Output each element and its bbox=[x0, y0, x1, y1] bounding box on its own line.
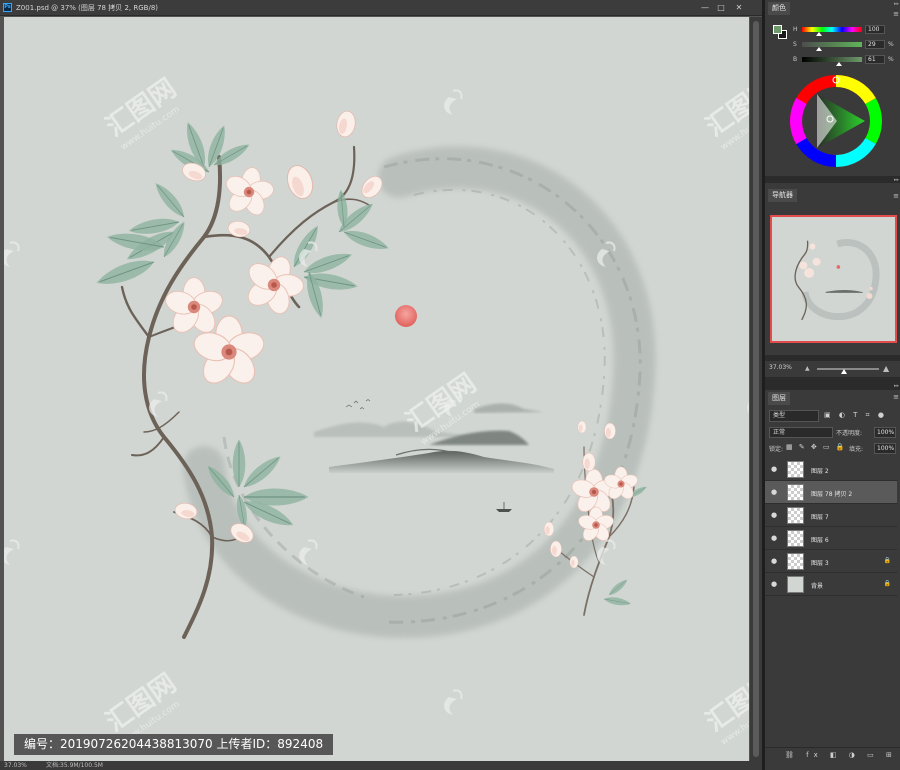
blend-row: 正常 不透明度: 100% bbox=[769, 427, 899, 439]
collapse-arrows-icon[interactable]: ▸▸ bbox=[894, 177, 899, 183]
panel-dock: 颜色 ▸▸ ≡ H 100 S 29 % B 61 % ▸▸ 导航器 ≡ 37.… bbox=[762, 0, 900, 770]
layer-thumbnail[interactable] bbox=[787, 530, 804, 547]
layer-thumbnail[interactable] bbox=[787, 461, 804, 478]
layer-name[interactable]: 图层 7 bbox=[811, 512, 829, 521]
artwork-canvas[interactable]: 汇图网 www.huitu.com 汇图网 www.huitu.com 汇图网 … bbox=[4, 17, 749, 761]
color-swatches[interactable] bbox=[773, 25, 787, 39]
layers-panel: ▸▸ 图层 ≡ 类型 ▣ ◐ T ⌗ ● 正常 不透明度: 100% 锁定: ▦… bbox=[765, 383, 900, 770]
minimize-button[interactable]: — bbox=[697, 2, 713, 13]
layer-name[interactable]: 图层 6 bbox=[811, 535, 829, 544]
vertical-scrollbar[interactable] bbox=[750, 17, 762, 761]
layer-name[interactable]: 背景 bbox=[811, 581, 823, 590]
layer-lock-icon: 🔒 bbox=[883, 580, 891, 587]
image-id-banner: 编号：20190726204438813070 上传者ID：892408 bbox=[14, 734, 334, 755]
hue-value[interactable]: 100 bbox=[865, 25, 885, 34]
hue-label: H bbox=[793, 26, 798, 33]
tab-navigator[interactable]: 导航器 bbox=[768, 189, 797, 202]
saturation-slider-row: S 29 % bbox=[793, 40, 900, 51]
opacity-input[interactable]: 100% bbox=[874, 427, 896, 438]
layer-row[interactable]: ● 图层 78 拷贝 2 bbox=[765, 481, 897, 504]
zoom-in-icon[interactable]: ▲ bbox=[883, 364, 889, 373]
layer-row[interactable]: ● 图层 3 🔒 bbox=[765, 550, 897, 573]
brightness-value[interactable]: 61 bbox=[865, 55, 885, 64]
layer-thumbnail[interactable] bbox=[787, 553, 804, 570]
visibility-eye-icon[interactable]: ● bbox=[771, 557, 777, 565]
visibility-eye-icon[interactable]: ● bbox=[771, 534, 777, 542]
zoom-out-icon[interactable]: ▲ bbox=[805, 365, 810, 372]
close-button[interactable]: ✕ bbox=[731, 2, 747, 13]
brightness-slider-knob[interactable] bbox=[835, 62, 842, 66]
lock-icons[interactable]: ▦ ✎ ✥ ▭ 🔒 bbox=[786, 443, 847, 451]
saturation-slider[interactable] bbox=[802, 42, 862, 47]
status-bar: 37.03% 文档:35.9M/100.5M bbox=[0, 761, 762, 770]
navigator-preview[interactable] bbox=[770, 215, 897, 343]
layer-thumbnail[interactable] bbox=[787, 507, 804, 524]
status-zoom[interactable]: 37.03% bbox=[4, 761, 27, 770]
layer-row[interactable]: ● 背景 🔒 bbox=[765, 573, 897, 596]
zoom-slider-knob[interactable] bbox=[841, 369, 847, 374]
navigator-panel: ▸▸ 导航器 ≡ bbox=[765, 177, 900, 355]
navigator-thumbnail bbox=[794, 239, 880, 321]
visibility-eye-icon[interactable]: ● bbox=[771, 465, 777, 473]
layer-name[interactable]: 图层 2 bbox=[811, 466, 829, 475]
layer-name[interactable]: 图层 3 bbox=[811, 558, 829, 567]
document-window: Ps Z001.psd @ 37% (图层 78 拷贝 2, RGB/8) — … bbox=[0, 0, 762, 770]
saturation-label: S bbox=[793, 41, 797, 48]
color-panel: 颜色 ▸▸ ≡ H 100 S 29 % B 61 % bbox=[765, 0, 900, 176]
layer-action-icons[interactable]: ⛓ fx ◧ ◑ ▭ ⊞ 🗑 bbox=[785, 751, 900, 759]
visibility-eye-icon[interactable]: ● bbox=[771, 580, 777, 588]
opacity-label: 不透明度: bbox=[836, 430, 863, 437]
layer-filter-select[interactable]: 类型 bbox=[769, 410, 819, 422]
color-panel-menu-icon[interactable]: ≡ bbox=[892, 10, 900, 18]
tab-color[interactable]: 颜色 bbox=[768, 2, 790, 15]
layer-name[interactable]: 图层 78 拷贝 2 bbox=[811, 489, 852, 498]
document-titlebar[interactable]: Ps Z001.psd @ 37% (图层 78 拷贝 2, RGB/8) — … bbox=[0, 0, 762, 16]
collapse-arrows-icon[interactable]: ▸▸ bbox=[894, 383, 899, 389]
color-wheel[interactable] bbox=[787, 72, 885, 170]
layer-filter-icons[interactable]: ▣ ◐ T ⌗ ● bbox=[824, 411, 887, 420]
fill-label: 填充: bbox=[849, 446, 864, 453]
maximize-button[interactable]: □ bbox=[713, 2, 729, 13]
blend-mode-select[interactable]: 正常 bbox=[769, 427, 833, 438]
layer-lock-icon: 🔒 bbox=[883, 557, 891, 564]
visibility-eye-icon[interactable]: ● bbox=[771, 511, 777, 519]
document-title: Z001.psd @ 37% (图层 78 拷贝 2, RGB/8) bbox=[16, 4, 158, 12]
brightness-slider-row: B 61 % bbox=[793, 55, 900, 66]
brightness-slider[interactable] bbox=[802, 57, 862, 62]
percent-sign: % bbox=[888, 41, 894, 48]
layer-row[interactable]: ● 图层 2 bbox=[765, 458, 897, 481]
photoshop-logo-icon: Ps bbox=[3, 3, 12, 12]
brightness-label: B bbox=[793, 56, 798, 63]
layers-footer: ⛓ fx ◧ ◑ ▭ ⊞ 🗑 bbox=[765, 747, 900, 763]
lock-row: 锁定: ▦ ✎ ✥ ▭ 🔒 填充: 100% bbox=[769, 443, 899, 455]
lock-label: 锁定: bbox=[769, 446, 784, 453]
foreground-color-swatch[interactable] bbox=[773, 25, 782, 34]
saturation-slider-knob[interactable] bbox=[816, 47, 823, 51]
layer-row[interactable]: ● 图层 7 bbox=[765, 504, 897, 527]
status-doc-size[interactable]: 文档:35.9M/100.5M bbox=[46, 761, 103, 770]
collapse-arrows-icon[interactable]: ▸▸ bbox=[894, 1, 899, 7]
hue-slider-knob[interactable] bbox=[815, 32, 822, 36]
scrollbar-thumb[interactable] bbox=[753, 21, 759, 757]
navigator-zoom-row: 37.03% ▲ ▲ bbox=[765, 361, 900, 377]
hue-slider-row: H 100 bbox=[793, 25, 900, 36]
layer-thumbnail[interactable] bbox=[787, 576, 804, 593]
navigator-zoom-value[interactable]: 37.03% bbox=[769, 364, 792, 371]
percent-sign: % bbox=[888, 56, 894, 63]
layer-filter-row: 类型 ▣ ◐ T ⌗ ● bbox=[769, 410, 899, 423]
layers-menu-icon[interactable]: ≡ bbox=[892, 393, 900, 401]
zoom-slider[interactable] bbox=[817, 368, 879, 370]
layer-list: ● 图层 2 ● 图层 78 拷贝 2 ● 图层 7 ● 图层 6 ● 图层 3 🔒 ● 背景 🔒 bbox=[765, 458, 900, 596]
fill-input[interactable]: 100% bbox=[874, 443, 896, 454]
tab-layers[interactable]: 图层 bbox=[768, 392, 790, 405]
artwork-illustration: 汇图网 www.huitu.com 汇图网 www.huitu.com 汇图网 … bbox=[4, 73, 749, 748]
layer-row[interactable]: ● 图层 6 bbox=[765, 527, 897, 550]
saturation-value[interactable]: 29 bbox=[865, 40, 885, 49]
visibility-eye-icon[interactable]: ● bbox=[771, 488, 777, 496]
hue-slider[interactable] bbox=[802, 27, 862, 32]
layer-thumbnail[interactable] bbox=[787, 484, 804, 501]
navigator-menu-icon[interactable]: ≡ bbox=[892, 192, 900, 200]
